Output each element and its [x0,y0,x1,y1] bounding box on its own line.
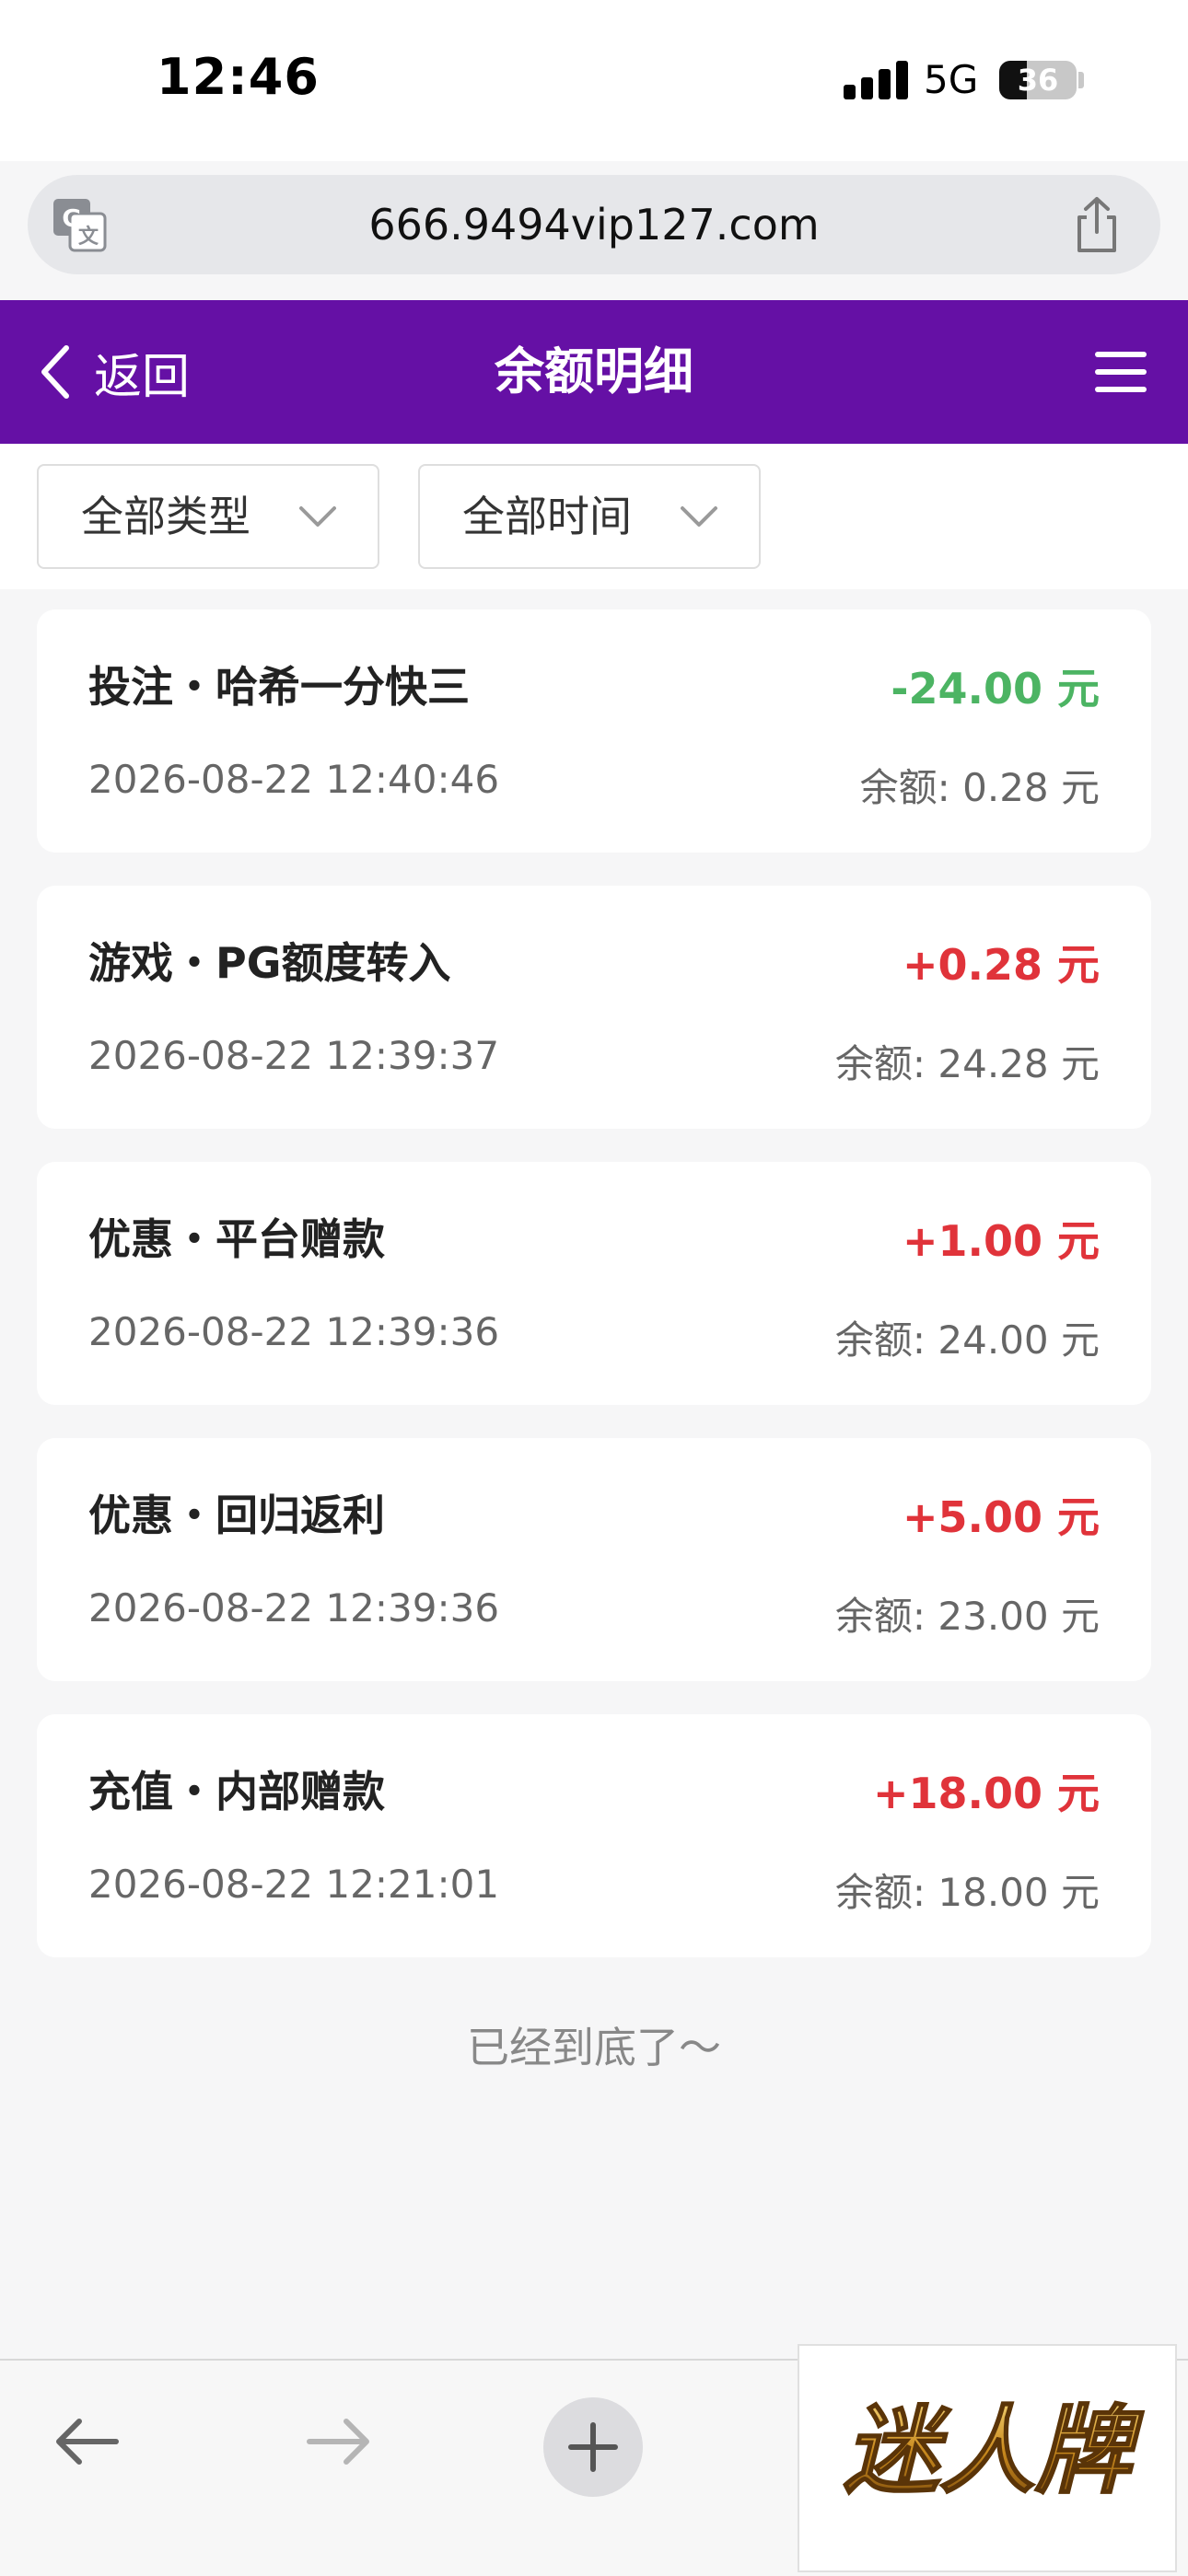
transaction-balance: 余额: 18.00 元 [834,1870,1100,1915]
transaction-balance: 余额: 24.28 元 [834,1041,1100,1086]
transaction-amount: +5.00 元 [902,1492,1100,1542]
transaction-time: 2026-08-22 12:40:46 [88,757,500,802]
time-filter-dropdown[interactable]: 全部时间 [418,464,761,569]
transaction-card[interactable]: 投注・哈希一分快三 -24.00 元 2026-08-22 12:40:46 余… [37,609,1151,853]
network-type: 5G [924,57,979,102]
chevron-left-icon [41,345,69,399]
transaction-balance: 余额: 24.00 元 [834,1317,1100,1363]
transaction-card[interactable]: 游戏・PG额度转入 +0.28 元 2026-08-22 12:39:37 余额… [37,886,1151,1129]
transaction-card[interactable]: 优惠・回归返利 +5.00 元 2026-08-22 12:39:36 余额: … [37,1438,1151,1681]
time-filter-label: 全部时间 [462,492,632,541]
transaction-time: 2026-08-22 12:21:01 [88,1862,500,1907]
watermark-text: 迷人牌 [844,2394,1145,2507]
arrow-right-icon[interactable] [304,2414,374,2469]
transaction-title: 投注・哈希一分快三 [88,662,470,712]
battery-nub [1078,72,1084,88]
transaction-title: 充值・内部赠款 [88,1767,385,1816]
hamburger-menu-icon[interactable] [1095,348,1147,396]
watermark-logo-image: 迷人牌 [843,2393,1146,2508]
url-text[interactable]: 666.9494vip127.com [28,175,1160,274]
end-of-list-text: 已经到底了～ [467,2023,721,2072]
address-bar[interactable]: G 文 666.9494vip127.com [28,175,1160,274]
type-filter-dropdown[interactable]: 全部类型 [37,464,379,569]
transaction-title: 优惠・回归返利 [88,1491,385,1540]
transaction-amount: +1.00 元 [902,1216,1100,1266]
watermark-logo: 迷人牌 [798,2344,1177,2572]
plus-icon [568,2422,618,2472]
transaction-time: 2026-08-22 12:39:36 [88,1309,500,1354]
chevron-down-icon [681,506,717,527]
transaction-card[interactable]: 充值・内部赠款 +18.00 元 2026-08-22 12:21:01 余额:… [37,1714,1151,1957]
transaction-amount: -24.00 元 [891,664,1100,714]
share-icon[interactable] [1070,195,1124,254]
transaction-time: 2026-08-22 12:39:37 [88,1033,500,1078]
browser-toolbar: 迷人牌 [0,2344,1188,2576]
transaction-title: 游戏・PG额度转入 [88,938,451,988]
type-filter-label: 全部类型 [81,492,250,541]
transaction-balance: 余额: 23.00 元 [834,1594,1100,1639]
new-tab-button[interactable] [543,2397,643,2497]
chevron-down-icon [299,506,336,527]
transaction-amount: +18.00 元 [872,1769,1100,1818]
arrow-left-icon[interactable] [52,2414,122,2469]
status-bar: 12:46 5G 36 [0,0,1188,161]
status-time: 12:46 [157,48,320,106]
filter-bar: 全部类型 全部时间 [0,444,1188,589]
app-header: 返回 余额明细 [0,300,1188,444]
back-label: 返回 [94,349,191,405]
signal-strength-icon [844,61,910,99]
back-button[interactable]: 返回 [37,300,190,444]
transaction-time: 2026-08-22 12:39:36 [88,1585,500,1630]
battery-level: 36 [1017,63,1059,98]
transaction-list: 投注・哈希一分快三 -24.00 元 2026-08-22 12:40:46 余… [37,609,1151,1990]
transaction-title: 优惠・平台赠款 [88,1214,385,1264]
transaction-balance: 余额: 0.28 元 [859,765,1100,810]
battery-icon: 36 [999,61,1077,99]
transaction-card[interactable]: 优惠・平台赠款 +1.00 元 2026-08-22 12:39:36 余额: … [37,1162,1151,1405]
transaction-amount: +0.28 元 [902,940,1100,990]
